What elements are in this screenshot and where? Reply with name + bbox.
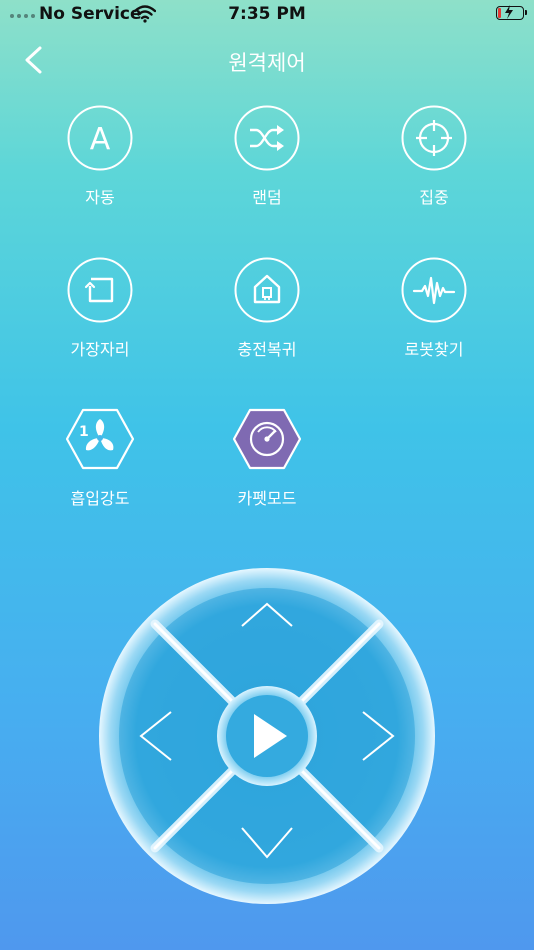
- direction-pad: [99, 568, 435, 904]
- mode-random-label: 랜덤: [252, 188, 282, 207]
- mode-edge-label: 가장자리: [70, 340, 130, 359]
- shuffle-icon: [234, 105, 300, 171]
- svg-text:A: A: [90, 122, 111, 157]
- carpet-mode-button[interactable]: 카펫모드: [192, 405, 342, 509]
- mode-home-label: 충전복귀: [237, 340, 297, 359]
- fan-icon: 1: [66, 408, 134, 470]
- crosshair-icon: [401, 105, 467, 171]
- mode-home-button[interactable]: 충전복귀: [192, 256, 342, 360]
- mode-auto-label: 자동: [85, 188, 115, 207]
- gauge-icon: [233, 408, 301, 470]
- mode-find-label: 로봇찾기: [404, 340, 464, 359]
- suction-power-button[interactable]: 1 흡입강도: [25, 405, 175, 509]
- suction-power-label: 흡입강도: [70, 489, 130, 508]
- nav-bar: 원격제어: [0, 38, 534, 82]
- letter-a-icon: A: [67, 105, 133, 171]
- mode-find-button[interactable]: 로봇찾기: [359, 256, 509, 360]
- carpet-mode-label: 카펫모드: [237, 489, 297, 508]
- svg-text:1: 1: [79, 424, 89, 440]
- start-stop-button[interactable]: [217, 686, 317, 786]
- mode-auto-button[interactable]: A 자동: [25, 104, 175, 208]
- clock: 7:35 PM: [228, 4, 306, 24]
- waveform-icon: [401, 257, 467, 323]
- edge-icon: [67, 257, 133, 323]
- mode-spot-label: 집중: [419, 188, 449, 207]
- mode-spot-button[interactable]: 집중: [359, 104, 509, 208]
- page-title: 원격제어: [228, 51, 306, 75]
- home-icon: [234, 257, 300, 323]
- mode-edge-button[interactable]: 가장자리: [25, 256, 175, 360]
- battery-icon: [496, 5, 527, 20]
- status-bar: No Service 7:35 PM: [0, 0, 534, 30]
- mode-random-button[interactable]: 랜덤: [192, 104, 342, 208]
